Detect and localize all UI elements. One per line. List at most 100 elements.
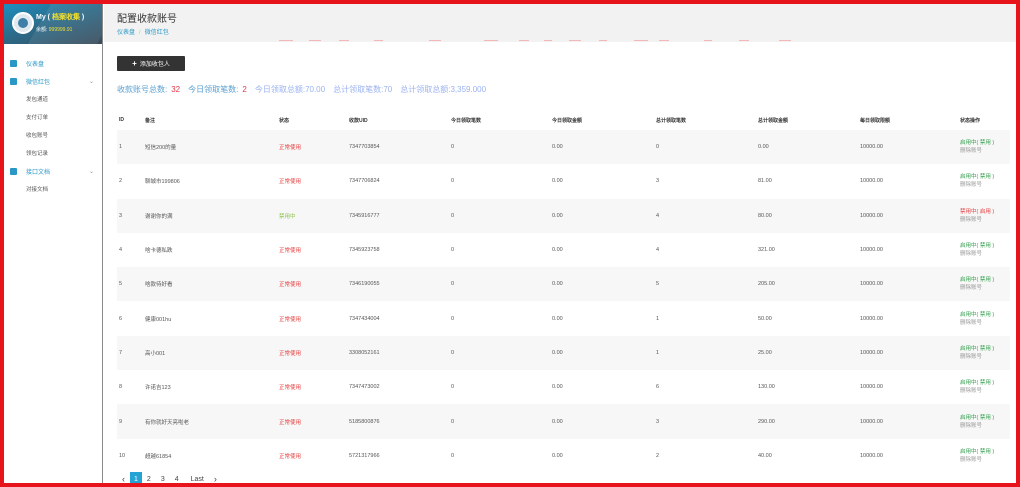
add-payee-button[interactable]: + 添加收包人 — [117, 56, 185, 71]
table-row: 6 健康001hu 正常使用 7347434004 0 0.00 1 50.00 10000.0… — [117, 301, 1010, 335]
redpacket-icon — [10, 77, 17, 85]
cell-total-amt: 50.00 — [758, 315, 772, 322]
delete-account-link[interactable]: 删除账号 — [960, 181, 1010, 189]
cell-note: 健康001hu — [145, 316, 172, 323]
stat-value: 70 — [383, 85, 393, 94]
delete-account-link[interactable]: 删除账号 — [960, 422, 1010, 430]
sidebar-subitem[interactable]: 领包记录 — [4, 144, 102, 162]
toggle-link[interactable]: ( 禁用 ) — [977, 312, 995, 318]
sidebar-subitem[interactable]: 发包通道 — [4, 90, 102, 108]
chevron-down-icon: ⌄ — [88, 78, 94, 85]
toggle-link[interactable]: ( 禁用 ) — [977, 380, 995, 386]
op-state: 启用中 — [960, 380, 977, 387]
last-page-button[interactable]: Last — [186, 472, 209, 486]
breadcrumb-item-dashboard[interactable]: 仪表盘 — [117, 30, 135, 36]
cell-today-cnt: 0 — [451, 452, 455, 459]
cell-today-amt: 0.00 — [552, 247, 563, 254]
column-header: ID — [119, 117, 124, 123]
cell-status: 正常使用 — [279, 179, 302, 186]
sidebar-item-label: 仪表盘 — [26, 61, 45, 68]
toggle-link[interactable]: ( 禁用 ) — [977, 449, 995, 455]
accounts-table: ID 备注 状态 收款UID 今日领取笔数 今日领取金额 总计领取笔数 总计领取金额 每日领取限… — [117, 110, 1010, 473]
cell-uid: 3308052161 — [349, 349, 380, 356]
table-row: 2 聊城市199806 正常使用 7347706824 0 0.00 3 81.00 10000… — [117, 164, 1010, 198]
avatar[interactable] — [12, 12, 34, 34]
cell-total-amt: 205.00 — [758, 281, 775, 288]
cell-total-amt: 321.00 — [758, 247, 775, 254]
chevron-down-icon: ⌄ — [88, 168, 94, 175]
table-row: 4 啥卡德私跌 正常使用 7345923758 0 0.00 4 321.00 10000.00… — [117, 233, 1010, 267]
toggle-link[interactable]: ( 禁用 ) — [977, 346, 995, 352]
table-row: 1 短信200的量 正常使用 7347703854 0 0.00 0 0.00 10000.00… — [117, 130, 1010, 165]
sidebar-subitem[interactable]: 对接文档 — [4, 180, 102, 198]
header-decoration — [279, 40, 809, 42]
cell-id: 1 — [119, 144, 123, 151]
cell-total-amt: 130.00 — [758, 384, 775, 391]
profile-balance: 余额: 999999.91 — [36, 26, 72, 33]
delete-account-link[interactable]: 删除账号 — [960, 147, 1010, 155]
toggle-link[interactable]: ( 禁用 ) — [977, 140, 995, 146]
delete-account-link[interactable]: 删除账号 — [960, 456, 1010, 464]
sidebar-item-label: 接口文档 — [26, 169, 51, 176]
stat-label: 今日领取总额: — [254, 85, 306, 94]
op-state: 启用中 — [960, 174, 977, 181]
delete-account-link[interactable]: 删除账号 — [960, 216, 1010, 224]
cell-today-cnt: 0 — [451, 315, 455, 322]
sidebar-subitem[interactable]: 收包账号 — [4, 126, 102, 144]
toggle-link[interactable]: ( 禁用 ) — [977, 243, 995, 249]
page-button[interactable]: 1 — [130, 472, 142, 486]
cell-operations: 启用中( 禁用 ) 删除账号 — [960, 276, 1010, 292]
toggle-link[interactable]: ( 禁用 ) — [977, 415, 995, 421]
delete-account-link[interactable]: 删除账号 — [960, 353, 1010, 361]
sidebar-item-1[interactable]: 微信红包 ⌄ — [4, 72, 102, 90]
pagination: ‹ 1 2 3 4 Last › — [117, 472, 222, 486]
cell-total-amt: 81.00 — [758, 178, 772, 185]
page-button[interactable]: 4 — [170, 472, 184, 486]
stat-label: 总计领取笔数: — [333, 85, 384, 94]
delete-account-link[interactable]: 删除账号 — [960, 387, 1010, 395]
toggle-link[interactable]: ( 禁用 ) — [977, 174, 995, 180]
cell-id: 10 — [119, 452, 126, 459]
toggle-link[interactable]: ( 禁用 ) — [977, 277, 995, 283]
cell-today-amt: 0.00 — [552, 349, 563, 356]
cell-id: 2 — [119, 178, 123, 185]
cell-id: 3 — [119, 212, 123, 219]
delete-account-link[interactable]: 删除账号 — [960, 319, 1010, 327]
delete-account-link[interactable]: 删除账号 — [960, 250, 1010, 258]
cell-limit: 10000.00 — [860, 247, 883, 254]
sidebar: My ( 档案收集 ) 余额: 999999.91 仪表盘 微信红包 ⌄ 发包通道 支付… — [4, 4, 103, 483]
stats-summary: 收款账号总数: 32 今日领取笔数: 2 今日领取总额:70.00 总计领取笔数:70 总计… — [117, 84, 494, 95]
op-status-line: 启用中( 禁用 ) — [960, 311, 1010, 319]
cell-total-cnt: 2 — [656, 452, 660, 459]
prev-page-button[interactable]: ‹ — [117, 472, 130, 486]
stat-value: 32 — [171, 85, 181, 94]
dashboard-icon — [10, 59, 17, 67]
cell-uid: 5721317966 — [349, 452, 380, 459]
balance-label: 余额: — [36, 27, 48, 33]
cell-limit: 10000.00 — [860, 212, 883, 219]
page-button[interactable]: 3 — [156, 472, 170, 486]
toggle-link[interactable]: ( 启用 ) — [977, 209, 995, 215]
table-row: 5 啥款待好看 正常使用 7346190055 0 0.00 5 205.00 10000.00… — [117, 267, 1010, 302]
stat-value: 3,359.000 — [450, 85, 487, 94]
sidebar-item-0[interactable]: 仪表盘 — [4, 54, 102, 72]
sidebar-subitem[interactable]: 支付订单 — [4, 108, 102, 126]
op-status-line: 启用中( 禁用 ) — [960, 173, 1010, 181]
cell-limit: 10000.00 — [860, 384, 883, 391]
op-status-line: 启用中( 禁用 ) — [960, 242, 1010, 250]
cell-today-cnt: 0 — [451, 384, 455, 391]
cell-today-cnt: 0 — [451, 144, 455, 151]
stat-item: 今日领取笔数: 2 — [188, 84, 247, 95]
sidebar-item-2[interactable]: 接口文档 ⌄ — [4, 162, 102, 180]
cell-status: 正常使用 — [279, 248, 302, 255]
breadcrumb-item-redpacket[interactable]: 微信红包 — [145, 30, 169, 36]
delete-account-link[interactable]: 删除账号 — [960, 284, 1010, 292]
cell-operations: 启用中( 禁用 ) 删除账号 — [960, 139, 1010, 155]
cell-status: 正常使用 — [279, 145, 302, 152]
next-page-button[interactable]: › — [209, 472, 222, 486]
cell-today-amt: 0.00 — [552, 144, 563, 151]
breadcrumb-separator: / — [139, 30, 141, 36]
cell-uid: 7347703854 — [349, 144, 380, 151]
page-button[interactable]: 2 — [142, 472, 156, 486]
document-icon — [10, 167, 17, 175]
